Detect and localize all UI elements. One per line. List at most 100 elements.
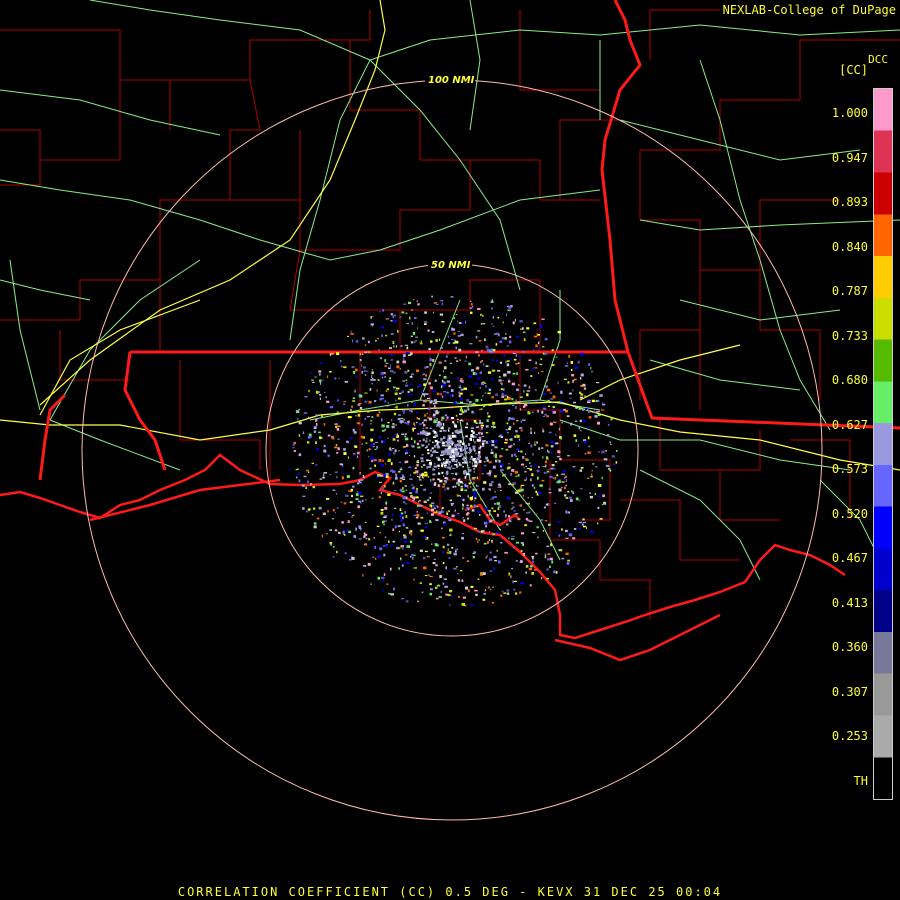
echo-gate [419,473,422,477]
echo-gate [430,588,433,591]
echo-gate [414,426,416,428]
echo-gate [387,459,391,463]
echo-gate [445,566,447,570]
echo-gate [405,433,407,435]
echo-gate [538,341,540,345]
echo-gate [398,547,401,549]
echo-gate [384,359,387,362]
echo-gate [583,387,587,390]
echo-gate [452,456,455,459]
echo-gate [462,498,465,502]
echo-gate [543,415,545,417]
echo-gate [399,461,401,463]
echo-gate [500,436,504,438]
echo-gate [390,359,393,361]
echo-gate [515,541,519,544]
echo-gate [495,400,500,403]
echo-gate [432,359,435,362]
echo-gate [442,423,445,426]
echo-gate [448,463,450,466]
echo-gate [369,467,372,470]
echo-gate [450,417,455,420]
echo-gate [457,335,461,337]
echo-gate [429,439,431,442]
echo-gate [564,475,567,478]
product-title: CORRELATION COEFFICIENT (CC) 0.5 DEG - K… [177,885,723,899]
echo-gate [428,574,431,576]
echo-gate [370,403,372,406]
echo-gate [469,460,471,463]
echo-gate [352,397,356,399]
echo-gate [397,525,401,528]
echo-gate [427,432,431,435]
echo-gate [610,443,612,446]
echo-gate [403,535,407,539]
echo-gate [568,496,572,499]
echo-gate [383,553,385,556]
echo-gate [550,467,554,470]
echo-gate [465,320,467,324]
echo-gate [481,382,484,385]
echo-gate [532,367,535,370]
echo-gate [400,512,404,515]
echo-gate [531,496,533,499]
echo-gate [444,360,447,362]
echo-gate [337,399,339,402]
echo-gate [404,344,409,346]
echo-gate [561,481,565,483]
echo-gate [452,485,455,488]
echo-gate [509,519,512,521]
echo-gate [604,458,608,461]
echo-gate [531,484,534,487]
echo-gate [400,417,404,419]
echo-gate [474,441,476,444]
echo-gate [429,358,432,362]
echo-gate [378,459,382,462]
echo-gate [423,536,425,539]
echo-gate [521,463,525,466]
echo-gate [388,367,391,370]
echo-gate [416,411,418,414]
echo-gate [447,353,449,355]
echo-gate [446,380,450,383]
echo-gate [458,322,462,324]
echo-gate [358,538,362,540]
echo-gate [580,384,583,387]
echo-gate [564,494,567,497]
echo-gate [383,573,386,576]
echo-gate [456,473,458,475]
echo-gate [315,390,319,394]
echo-gate [508,380,511,383]
echo-gate [500,382,503,384]
echo-gate [590,473,593,476]
echo-gate [375,476,378,479]
echo-gate [479,514,481,516]
echo-gate [415,336,418,338]
echo-gate [553,468,556,470]
echo-gate [295,469,299,471]
echo-gate [327,375,329,378]
echo-gate [558,427,561,431]
echo-gate [306,469,309,472]
echo-gate [547,374,549,377]
echo-gate [454,340,459,344]
echo-gate [364,374,367,376]
echo-gate [545,444,549,447]
echo-gate [347,456,349,459]
echo-gate [433,465,437,468]
echo-gate [333,509,335,512]
echo-gate [542,466,546,468]
echo-gate [414,317,417,319]
echo-gate [480,313,482,316]
echo-gate [492,316,494,319]
echo-gate [492,567,495,571]
echo-gate [450,454,453,457]
echo-gate [529,462,531,464]
echo-gate [513,443,515,446]
echo-gate [514,513,519,515]
echo-gate [424,471,428,474]
echo-gate [364,543,368,546]
echo-gate [381,464,384,467]
echo-gate [402,546,404,550]
echo-gate [471,534,473,536]
